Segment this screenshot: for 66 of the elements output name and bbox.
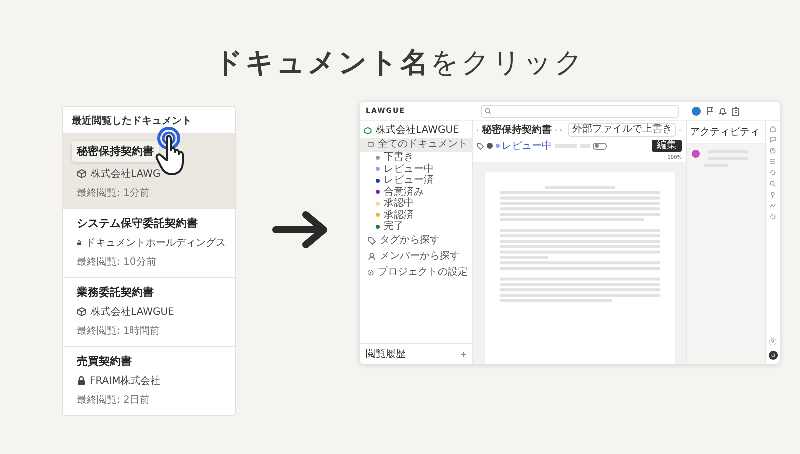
overwrite-button[interactable]: 外部ファイルで上書き — [568, 123, 676, 137]
count-badge-icon — [487, 143, 493, 149]
last-viewed-text: 最終閲覧: 2日前 — [77, 394, 151, 407]
status-filter-item[interactable]: 下書き — [360, 152, 472, 164]
search-icon — [485, 108, 492, 114]
gear-icon[interactable] — [770, 214, 776, 220]
last-viewed-text: 最終閲覧: 1時間前 — [77, 324, 161, 338]
document-list-item[interactable]: 売買契約書 FRAIM株式会社 最終閲覧: 2日前 — [63, 346, 235, 415]
building-icon[interactable] — [732, 106, 740, 116]
document-title: 秘密保持契約書 — [482, 124, 552, 137]
chat-icon[interactable] — [770, 137, 776, 143]
right-arrow-icon — [272, 210, 330, 250]
sidebar-item[interactable]: プロジェクトの設定 — [360, 264, 472, 280]
home-icon[interactable] — [770, 126, 776, 132]
tag-icon — [368, 236, 376, 244]
user-avatar[interactable] — [692, 106, 701, 116]
status-filter-item[interactable]: 承認済 — [360, 210, 472, 221]
document-name[interactable]: 業務委託契約書 — [77, 285, 154, 300]
document-list-item[interactable]: 業務委託契約書 株式会社LAWGUE 最終閲覧: 1時間前 — [63, 277, 235, 346]
sidebar-item[interactable]: タグから探す — [360, 232, 472, 248]
search-field[interactable] — [481, 104, 679, 118]
status-filter-item[interactable]: レビュー中 — [360, 164, 472, 175]
status-filter-item[interactable]: 完了 — [360, 221, 472, 232]
chart-icon[interactable] — [770, 203, 776, 209]
document-list-item[interactable]: 秘密保持契約書 株式会社LAWG 最終閲覧: 1分前 — [63, 133, 235, 208]
sidebar-item[interactable]: メンバーから探す — [360, 248, 472, 264]
user-avatar — [692, 150, 700, 158]
headline: ドキュメント名をクリック — [214, 45, 586, 81]
organization-name: FRAIM株式会社 — [90, 374, 161, 388]
history-label: 閲覧履歴 — [366, 348, 406, 361]
organization-name: ドキュメントホールディングス — [86, 237, 226, 250]
toggle-switch[interactable] — [593, 142, 607, 150]
document-name[interactable]: システム保守委託契約書 — [77, 216, 198, 231]
tag-icon[interactable] — [477, 142, 484, 150]
panel-title: アクティビティ — [687, 121, 765, 144]
person-icon — [368, 252, 376, 260]
last-viewed-text: 最終閲覧: 1分前 — [77, 187, 151, 200]
card-title: 最近閲覧したドキュメント — [71, 114, 193, 129]
bell-icon[interactable] — [719, 106, 727, 116]
last-viewed-text: 最終閲覧: 10分前 — [77, 256, 158, 269]
status-filter-item[interactable]: 合意済み — [360, 186, 472, 198]
status-filter-item[interactable]: レビュー済 — [360, 175, 472, 186]
status-filter-item[interactable]: 承認中 — [360, 198, 472, 210]
gear-icon[interactable] — [770, 170, 776, 176]
assistant-button-icon[interactable] — [768, 351, 778, 360]
pin-icon[interactable] — [770, 192, 776, 198]
sidebar-item[interactable]: 全てのドキュメント — [360, 138, 472, 152]
organization-name: 株式会社LAWG — [91, 168, 161, 181]
lock-icon — [77, 238, 82, 248]
document-name[interactable]: 秘密保持契約書 — [72, 141, 159, 162]
lock-icon — [77, 376, 86, 386]
help-icon[interactable] — [769, 338, 777, 346]
organization-name: 株式会社LAWGUE — [376, 125, 460, 137]
search-icon[interactable] — [770, 181, 776, 187]
list-icon[interactable] — [770, 159, 776, 165]
plus-icon[interactable] — [461, 352, 466, 356]
organization-name: 株式会社LAWGUE — [91, 306, 174, 319]
monitor-icon — [368, 141, 374, 149]
status-dot — [496, 144, 500, 148]
status-dropdown[interactable]: レビュー中 — [496, 139, 552, 153]
document-name[interactable]: 売買契約書 — [77, 354, 132, 369]
history-icon[interactable] — [770, 148, 776, 154]
flag-icon[interactable] — [706, 106, 714, 116]
document-list-item[interactable]: システム保守委託契約書 ドキュメントホールディングス 最終閲覧: 10分前 — [63, 208, 235, 277]
gear-icon — [368, 268, 374, 276]
edit-button[interactable]: 編集 — [652, 140, 682, 152]
